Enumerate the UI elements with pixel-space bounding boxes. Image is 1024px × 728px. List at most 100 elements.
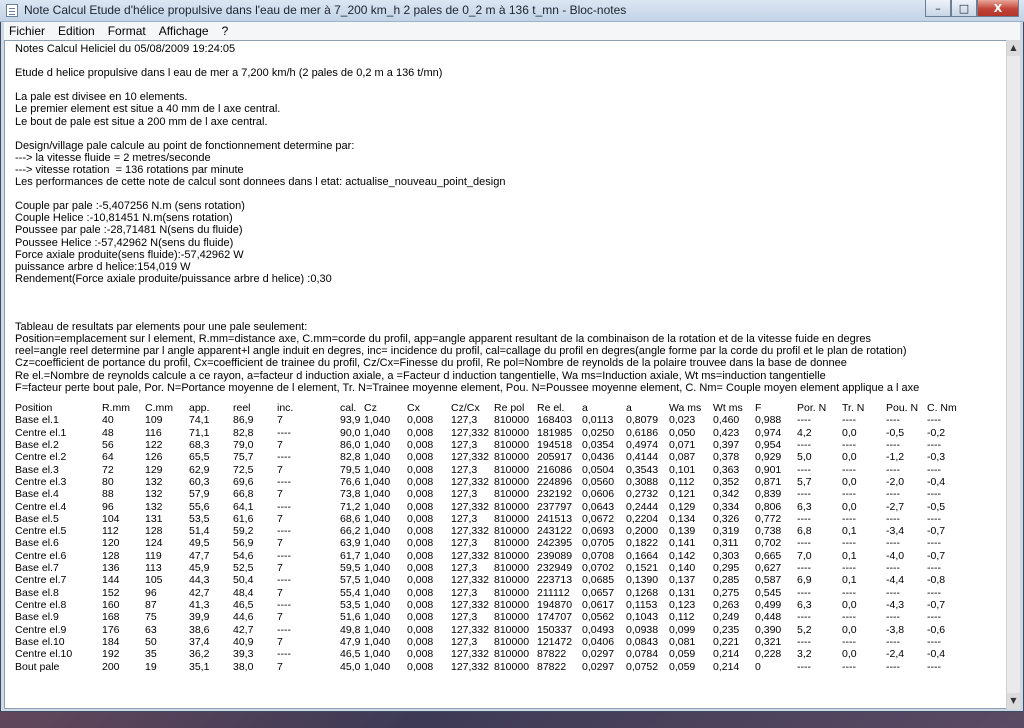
text-line: puissance arbre d helice:154,019 W [15,260,191,273]
table-cell: 0,0705 [582,537,615,550]
table-cell: 194870 [537,599,573,611]
table-cell: 0,0493 [582,623,615,636]
table-cell: ---- [797,586,811,599]
table-cell: 0,263 [713,599,740,611]
table-cell: 56,9 [233,537,254,550]
text-line: ---> vitesse rotation = 136 rotations pa… [15,163,244,176]
table-cell: Centre el.6 [15,549,67,562]
scroll-down-icon[interactable]: ▼ [1007,693,1020,709]
table-cell: 132 [145,475,163,488]
table-cell: 144 [102,574,120,587]
table-cell: 0,448 [755,611,782,624]
table-cell: 810000 [494,500,530,513]
table-cell: 0,112 [669,611,695,624]
table-cell: 0,0 [842,623,857,636]
table-cell: 0,1 [842,574,857,587]
table-cell: 810000 [494,648,530,661]
table-cell: 810000 [494,599,530,611]
table-cell: 0,0 [842,648,857,661]
table-cell: 0,008 [407,599,434,611]
text-line: Tableau de resultats par elements pour u… [15,321,308,334]
table-cell: 176 [102,623,120,636]
table-cell: -1,2 [886,451,905,464]
table-cell: 0,0250 [582,426,615,439]
table-cell: 0,008 [407,660,434,673]
table-cell: ---- [842,488,856,501]
table-cell: 128 [102,549,120,562]
table-cell: 51,4 [189,525,210,538]
table-cell: 0,499 [755,599,782,611]
table-header-cell: Tr. N [842,402,865,414]
table-cell: 136 [102,562,120,575]
table-cell: 127,332 [451,525,489,538]
table-cell: ---- [927,438,941,451]
table-cell: 59,5 [340,562,361,575]
table-cell: 127,3 [451,488,478,501]
menu-help[interactable]: ? [217,24,234,38]
table-cell: -0,6 [927,623,946,636]
table-cell: -2,7 [886,500,905,513]
table-cell: ---- [277,549,291,562]
table-cell: ---- [277,475,291,488]
table-cell: 74,1 [189,414,210,427]
table-header-cell: Wa ms [669,402,702,414]
table-cell: 810000 [494,488,530,501]
table-cell: 0,0 [842,599,857,611]
table-cell: 71,2 [340,500,361,513]
menu-format[interactable]: Format [103,24,151,38]
table-cell: 0,295 [713,562,740,575]
table-cell: 0,0752 [626,660,659,673]
table-cell: 35,1 [189,660,210,673]
table-cell: ---- [797,562,811,575]
table-cell: 0,008 [407,586,434,599]
table-cell: 810000 [494,562,530,575]
table-cell: 7 [277,660,283,673]
table-cell: 0,0562 [582,611,615,624]
table-cell: 7 [277,537,283,550]
table-cell: 243122 [537,525,573,538]
table-cell: 45,9 [189,562,210,575]
table-cell: 0,587 [755,574,782,587]
text-line [15,79,919,91]
table-cell: 0,8079 [626,414,659,427]
table-cell: 54,6 [233,549,254,562]
table-cell: 0,390 [755,623,782,636]
close-button[interactable]: X [977,0,1019,17]
maximize-button[interactable]: □ [951,0,977,17]
text-line [15,55,919,67]
table-cell: 64 [102,451,114,464]
table-cell: 4,2 [797,426,812,439]
table-cell: 174707 [537,611,573,624]
text-editor[interactable]: Notes Calcul Heliciel du 05/08/2009 19:2… [4,40,1007,709]
table-header-cell: R.mm [102,402,130,414]
table-header-cell: Position [15,402,53,414]
table-cell: 1,040 [364,463,391,476]
table-cell: 1,040 [364,660,391,673]
table-cell: 810000 [494,623,530,636]
vertical-scrollbar[interactable]: ▲ ▼ [1006,40,1020,709]
table-cell: 122 [145,438,163,451]
table-cell: 810000 [494,537,530,550]
table-cell: 96 [145,586,157,599]
table-cell: ---- [842,586,856,599]
minimize-button[interactable]: – [925,0,951,17]
menu-fichier[interactable]: Fichier [4,24,50,38]
table-cell: Centre el.3 [15,475,67,488]
table-cell: 242395 [537,537,573,550]
table-cell: 810000 [494,525,530,538]
table-cell: 39,9 [189,611,210,624]
menu-edition[interactable]: Edition [53,24,100,38]
table-cell: 69,6 [233,475,254,488]
table-cell: 64,1 [233,500,254,513]
title-bar[interactable]: Note Calcul Etude d'hélice propulsive da… [0,0,1024,22]
table-cell: 0,137 [669,574,696,587]
text-line: Couple par pale :-5,407256 N.m (sens rot… [15,200,245,213]
table-cell: 0,134 [669,512,696,525]
table-cell: 1,040 [364,599,391,611]
table-cell: 87 [145,599,157,611]
table-cell: 200 [102,660,120,673]
table-cell: 60,3 [189,475,210,488]
scroll-up-icon[interactable]: ▲ [1007,40,1020,56]
table-cell: 0,460 [713,414,740,427]
menu-affichage[interactable]: Affichage [154,24,214,38]
